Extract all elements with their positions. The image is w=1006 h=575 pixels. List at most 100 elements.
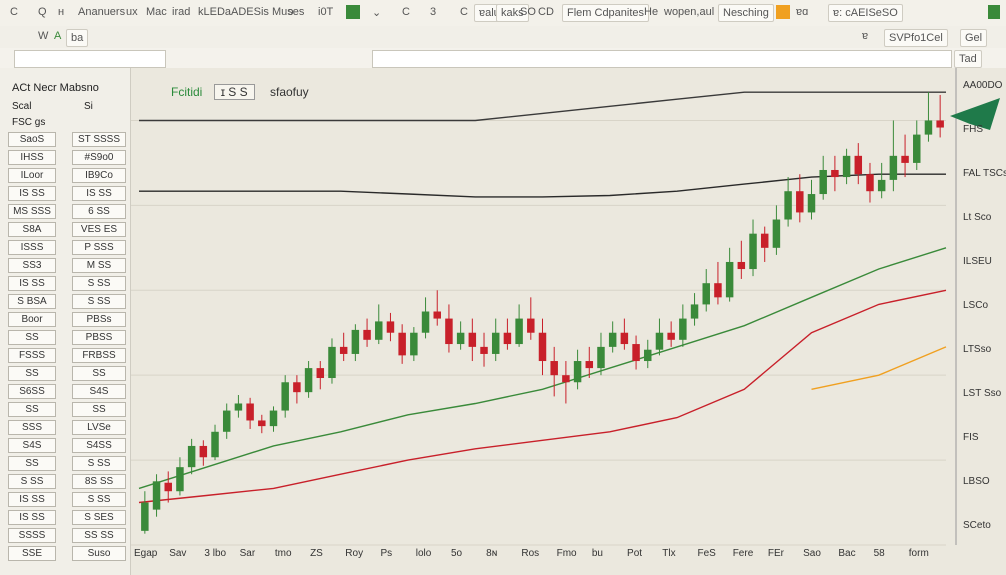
watchlist-value-cell[interactable]: IB9Co xyxy=(72,168,126,183)
watchlist-symbol-cell[interactable]: SS xyxy=(8,456,56,471)
chart-canvas[interactable] xyxy=(131,68,1006,575)
menu-item-3[interactable]: Mac xyxy=(146,6,167,18)
row2-item-w[interactable]: W xyxy=(38,30,48,42)
candle-body xyxy=(772,219,781,248)
toolbar-item-ac[interactable]: ɐɑ xyxy=(796,6,808,18)
color-swatch-orange[interactable] xyxy=(776,5,790,19)
candlestick-chart[interactable]: Fcitidi ɪ S S sfaofuy AA00DO FHS FAL TSCs L… xyxy=(131,68,1006,575)
row2-button-r3[interactable]: Gel xyxy=(960,29,988,47)
watchlist-value-cell[interactable]: S SES xyxy=(72,510,126,525)
watchlist-value-cell[interactable]: LVSe xyxy=(72,420,126,435)
app-icon-c[interactable]: C xyxy=(10,6,18,18)
candle-body xyxy=(375,321,383,340)
toolbar-item-so[interactable]: SO xyxy=(520,6,536,18)
watchlist-value-cell[interactable]: 6 SS xyxy=(72,204,126,219)
watchlist-value-cell[interactable]: 8S SS xyxy=(72,474,126,489)
watchlist-value-cell[interactable]: #S9o0 xyxy=(72,150,126,165)
watchlist-symbol-cell[interactable]: S4S xyxy=(8,438,56,453)
search-icon[interactable]: Q xyxy=(38,6,47,18)
watchlist-value-cell[interactable]: S4SS xyxy=(72,438,126,453)
account-button[interactable]: ɐ: cAEISeSO xyxy=(828,4,903,22)
candle-body xyxy=(164,482,172,492)
toolbar-item-he[interactable]: He xyxy=(644,6,658,18)
watchlist-value-cell[interactable]: IS SS xyxy=(72,186,126,201)
row2-button-r2[interactable]: SVPfo1Cel xyxy=(884,29,948,47)
menu-item-2[interactable]: ux xyxy=(126,6,138,18)
candle-body xyxy=(258,420,266,427)
dropdown-icon[interactable]: ⌄ xyxy=(372,6,381,19)
watchlist-symbol-cell[interactable]: IS SS xyxy=(8,186,56,201)
search-go-button[interactable]: Tad xyxy=(954,50,982,68)
candle-body xyxy=(491,332,500,354)
watchlist-value-cell[interactable]: PBSs xyxy=(72,312,126,327)
menu-item-1[interactable]: Ananuers xyxy=(78,6,125,18)
row2-button-ba[interactable]: ba xyxy=(66,29,89,47)
search-button[interactable]: Nesching xyxy=(718,4,774,22)
watchlist-symbol-cell[interactable]: MS SSS xyxy=(8,204,56,219)
watchlist-symbol-cell[interactable]: SS xyxy=(8,366,56,381)
candle-body xyxy=(468,332,477,347)
row2-item-a[interactable]: A xyxy=(54,30,61,42)
watchlist-symbol-cell[interactable]: SSS xyxy=(8,420,56,435)
watchlist-value-cell[interactable]: S SS xyxy=(72,456,126,471)
watchlist-symbol-cell[interactable]: ISSS xyxy=(8,240,56,255)
toolbar-item-c2[interactable]: C xyxy=(460,6,468,18)
menu-item-6[interactable]: ɔ xyxy=(288,6,294,18)
watchlist-value-cell[interactable]: S SS xyxy=(72,294,126,309)
watchlist-value-cell[interactable]: FRBSS xyxy=(72,348,126,363)
watchlist-value-cell[interactable]: SS xyxy=(72,402,126,417)
menu-item-7[interactable]: i0T xyxy=(318,6,333,18)
toolbar-item-open[interactable]: wopen,aul xyxy=(664,6,714,18)
watchlist-symbol-cell[interactable]: IS SS xyxy=(8,492,56,507)
candle-body xyxy=(293,382,301,393)
watchlist-symbol-cell[interactable]: IHSS xyxy=(8,150,56,165)
toolbar-item-3[interactable]: 3 xyxy=(430,6,436,18)
watchlist-symbol-cell[interactable]: SS xyxy=(8,402,56,417)
candle-body xyxy=(410,332,418,356)
candle-body xyxy=(503,332,512,345)
watchlist-symbol-cell[interactable]: ILoor xyxy=(8,168,56,183)
watchlist-value-cell[interactable]: S4S xyxy=(72,384,126,399)
candle-body xyxy=(316,368,325,379)
watchlist-symbol-cell[interactable]: SS xyxy=(8,330,56,345)
row2-item-r1[interactable]: ɐ xyxy=(862,30,868,42)
candle-body xyxy=(585,361,594,369)
watchlist-value-cell[interactable]: M SS xyxy=(72,258,126,273)
candle-body xyxy=(445,318,453,345)
watchlist-symbol-cell[interactable]: S SS xyxy=(8,474,56,489)
candle-body xyxy=(936,120,944,128)
watchlist-symbol-cell[interactable]: S BSA xyxy=(8,294,56,309)
menu-item-4[interactable]: irad xyxy=(172,6,190,18)
x-axis: Egap Sav 3 lbo Sar tmo ZS Roy Ps lolo 5o 8ɴ Ros Fmo b… xyxy=(0,540,1006,575)
watchlist-symbol-cell[interactable]: Boor xyxy=(8,312,56,327)
toolbar-item-cd[interactable]: CD xyxy=(538,6,554,18)
watchlist-symbol-cell[interactable]: SaoS xyxy=(8,132,56,147)
color-swatch-green[interactable] xyxy=(346,5,360,19)
watchlist-symbol-cell[interactable]: SS3 xyxy=(8,258,56,273)
companies-button[interactable]: Flem Cdpanites xyxy=(562,4,650,22)
indicator-line xyxy=(139,91,946,122)
watchlist-symbol-cell[interactable]: FSSS xyxy=(8,348,56,363)
candle-body xyxy=(760,233,769,248)
watchlist-symbol-cell[interactable]: IS SS xyxy=(8,510,56,525)
watchlist-value-cell[interactable]: PBSS xyxy=(72,330,126,345)
watchlist-symbol-cell[interactable]: S8A xyxy=(8,222,56,237)
watchlist-symbol-cell[interactable]: IS SS xyxy=(8,276,56,291)
watchlist-value-cell[interactable]: SS xyxy=(72,366,126,381)
time-axis-label: FEr xyxy=(767,548,785,559)
search-input[interactable] xyxy=(372,50,952,68)
price-axis-label: LTSso xyxy=(963,344,992,355)
watchlist-value-cell[interactable]: ST SSSS xyxy=(72,132,126,147)
watchlist-symbol-cell[interactable]: S6SS xyxy=(8,384,56,399)
candle-body xyxy=(573,361,582,383)
time-axis-label: form xyxy=(908,548,929,559)
watchlist-value-cell[interactable]: VES ES xyxy=(72,222,126,237)
symbol-input[interactable] xyxy=(14,50,166,68)
toolbar-item-c[interactable]: C xyxy=(402,6,410,18)
candle-body xyxy=(187,445,196,468)
watchlist-value-cell[interactable]: S SS xyxy=(72,276,126,291)
watchlist-value-cell[interactable]: S SS xyxy=(72,492,126,507)
time-axis-label: 8ɴ xyxy=(486,548,498,559)
watchlist-value-cell[interactable]: P SSS xyxy=(72,240,126,255)
menu-icon[interactable]: ʜ xyxy=(58,6,64,18)
